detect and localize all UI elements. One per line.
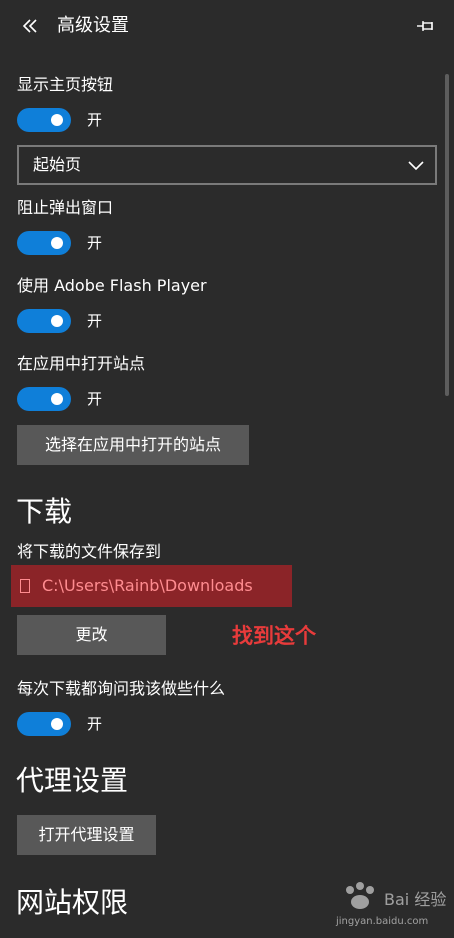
back-button[interactable]: [18, 14, 42, 38]
flash-player-label: 使用 Adobe Flash Player: [17, 276, 207, 295]
chevron-down-icon: [408, 161, 424, 171]
block-popups-row: 开: [17, 231, 102, 255]
save-to-label: 将下载的文件保存到: [17, 542, 162, 561]
toggle-state-text: 开: [87, 312, 103, 330]
folder-icon: [20, 579, 30, 593]
download-path: C:\Users\Rainb\Downloads: [42, 576, 253, 595]
flash-player-toggle[interactable]: [17, 309, 71, 333]
toggle-state-text: 开: [87, 390, 103, 408]
download-path-highlight: C:\Users\Rainb\Downloads: [11, 565, 292, 607]
advanced-settings-panel: 高级设置 显示主页按钮 开 起始页 阻止弹出窗口 开 使用 Adobe Flas…: [0, 0, 454, 938]
ask-each-time-label: 每次下载都询问我该做些什么: [17, 679, 226, 698]
change-button[interactable]: 更改: [17, 615, 166, 655]
choose-sites-button[interactable]: 选择在应用中打开的站点: [17, 425, 249, 465]
pin-button[interactable]: [414, 14, 438, 38]
toggle-state-text: 开: [87, 234, 103, 252]
proxy-section-title: 代理设置: [16, 764, 129, 797]
watermark-brand: Bai 经验: [384, 890, 447, 909]
baidu-watermark: Bai 经验 jingyan.baidu.com: [336, 880, 446, 932]
home-page-select[interactable]: 起始页: [17, 145, 437, 185]
toggle-state-text: 开: [87, 111, 103, 129]
scrollbar-thumb[interactable]: [445, 74, 449, 396]
block-popups-label: 阻止弹出窗口: [17, 198, 114, 217]
annotation-text: 找到这个: [232, 624, 316, 648]
pin-icon: [417, 21, 433, 31]
block-popups-toggle[interactable]: [17, 231, 71, 255]
site-permissions-section-title: 网站权限: [16, 886, 129, 919]
show-home-button-toggle[interactable]: [17, 108, 71, 132]
open-sites-in-apps-label: 在应用中打开站点: [17, 354, 146, 373]
open-sites-in-apps-toggle[interactable]: [17, 387, 71, 411]
toggle-state-text: 开: [87, 715, 103, 733]
downloads-section-title: 下载: [16, 495, 73, 528]
panel-header: 高级设置: [0, 0, 454, 52]
watermark-url: jingyan.baidu.com: [336, 916, 429, 927]
ask-each-time-toggle[interactable]: [17, 712, 71, 736]
flash-player-row: 开: [17, 309, 102, 333]
open-proxy-settings-button[interactable]: 打开代理设置: [17, 815, 156, 855]
panel-title: 高级设置: [57, 15, 129, 36]
ask-each-time-row: 开: [17, 712, 102, 736]
paw-logo-icon: [346, 882, 374, 909]
show-home-button-label: 显示主页按钮: [17, 75, 114, 94]
select-value: 起始页: [33, 155, 82, 174]
open-sites-in-apps-row: 开: [17, 387, 102, 411]
show-home-button-row: 开: [17, 108, 102, 132]
double-chevron-left-icon: [22, 19, 37, 33]
